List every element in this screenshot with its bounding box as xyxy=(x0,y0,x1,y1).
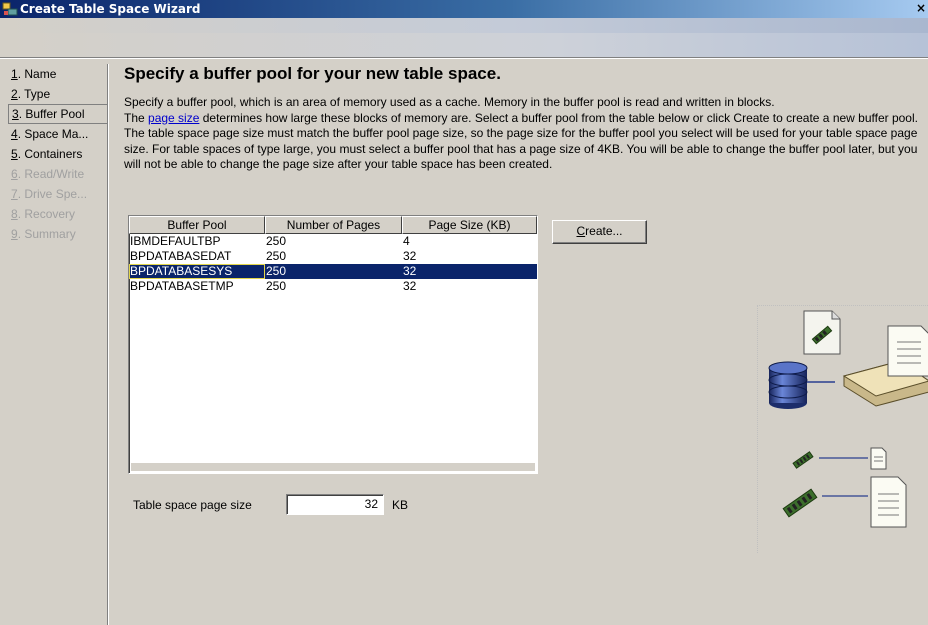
cell-number-of-pages: 250 xyxy=(266,264,287,278)
page-size-unit: KB xyxy=(392,498,409,512)
nav-step-2[interactable]: 2. Type xyxy=(8,84,107,104)
page-size-label: Table space page size xyxy=(133,498,252,512)
cell-number-of-pages: 250 xyxy=(266,234,287,248)
column-header-buffer-pool[interactable]: Buffer Pool xyxy=(129,216,265,234)
cell-buffer-pool: IBMDEFAULTBP xyxy=(130,234,221,248)
memory-page-icon xyxy=(803,310,841,355)
page-size-field[interactable]: 32 xyxy=(286,494,384,515)
table-row[interactable]: BPDATABASETMP 250 32 xyxy=(129,279,537,294)
buffer-pool-diagram xyxy=(768,310,928,528)
page-icon-medium xyxy=(870,476,907,528)
table-row[interactable]: IBMDEFAULTBP 250 4 xyxy=(129,234,537,249)
cell-page-size: 32 xyxy=(403,264,417,278)
cell-number-of-pages: 250 xyxy=(266,249,287,263)
cell-page-size: 32 xyxy=(403,279,417,293)
wizard-app-icon xyxy=(2,1,18,17)
column-header-number-of-pages[interactable]: Number of Pages xyxy=(265,216,402,234)
cell-number-of-pages: 250 xyxy=(266,279,287,293)
cell-buffer-pool: BPDATABASEDAT xyxy=(130,249,232,263)
cell-buffer-pool: BPDATABASETMP xyxy=(130,279,234,293)
description-text: Specify a buffer pool, which is an area … xyxy=(124,95,918,171)
page-title: Specify a buffer pool for your new table… xyxy=(124,64,501,83)
cell-page-size: 32 xyxy=(403,249,417,263)
nav-step-1[interactable]: 1. Name xyxy=(8,64,107,84)
nav-step-9: 9. Summary xyxy=(11,227,76,241)
nav-step-5[interactable]: 5. Containers xyxy=(8,144,107,164)
nav-step-4[interactable]: 4. Space Ma... xyxy=(8,124,107,144)
large-memory-chip-icon xyxy=(782,488,818,518)
nav-step-6: 6. Read/Write xyxy=(11,167,85,181)
nav-step-3[interactable]: 3. Buffer Pool xyxy=(8,104,107,124)
small-memory-chip-icon xyxy=(792,451,814,469)
buffer-pool-table[interactable]: Buffer Pool Number of Pages Page Size (K… xyxy=(128,215,538,474)
page-icon-large xyxy=(887,325,928,377)
column-header-page-size[interactable]: Page Size (KB) xyxy=(402,216,537,234)
table-body: IBMDEFAULTBP 250 4 BPDATABASEDAT 250 32 BPDATA… xyxy=(129,234,537,294)
wizard-header-banner xyxy=(0,18,928,57)
page-icon-small xyxy=(870,447,887,470)
title-bar[interactable]: Create Table Space Wizard × xyxy=(0,0,928,18)
table-row[interactable]: BPDATABASEDAT 250 32 xyxy=(129,249,537,264)
table-row[interactable]: BPDATABASESYS 250 32 xyxy=(129,264,537,279)
database-icon xyxy=(768,361,808,409)
nav-step-8: 8. Recovery xyxy=(11,207,76,221)
close-icon[interactable]: × xyxy=(914,1,928,16)
page-size-link[interactable]: page size xyxy=(148,111,199,125)
buffer-pool-illustration xyxy=(757,305,928,553)
wizard-step-nav: 1. Name 2. Type 3. Buffer Pool 4. Space Ma.… xyxy=(8,64,109,625)
table-header: Buffer Pool Number of Pages Page Size (K… xyxy=(129,216,537,234)
cell-buffer-pool: BPDATABASESYS xyxy=(129,264,265,279)
cell-page-size: 4 xyxy=(403,234,410,248)
create-button[interactable]: Create... xyxy=(552,220,647,244)
nav-step-7: 7. Drive Spe... xyxy=(11,187,88,201)
window-title: Create Table Space Wizard xyxy=(20,2,201,16)
